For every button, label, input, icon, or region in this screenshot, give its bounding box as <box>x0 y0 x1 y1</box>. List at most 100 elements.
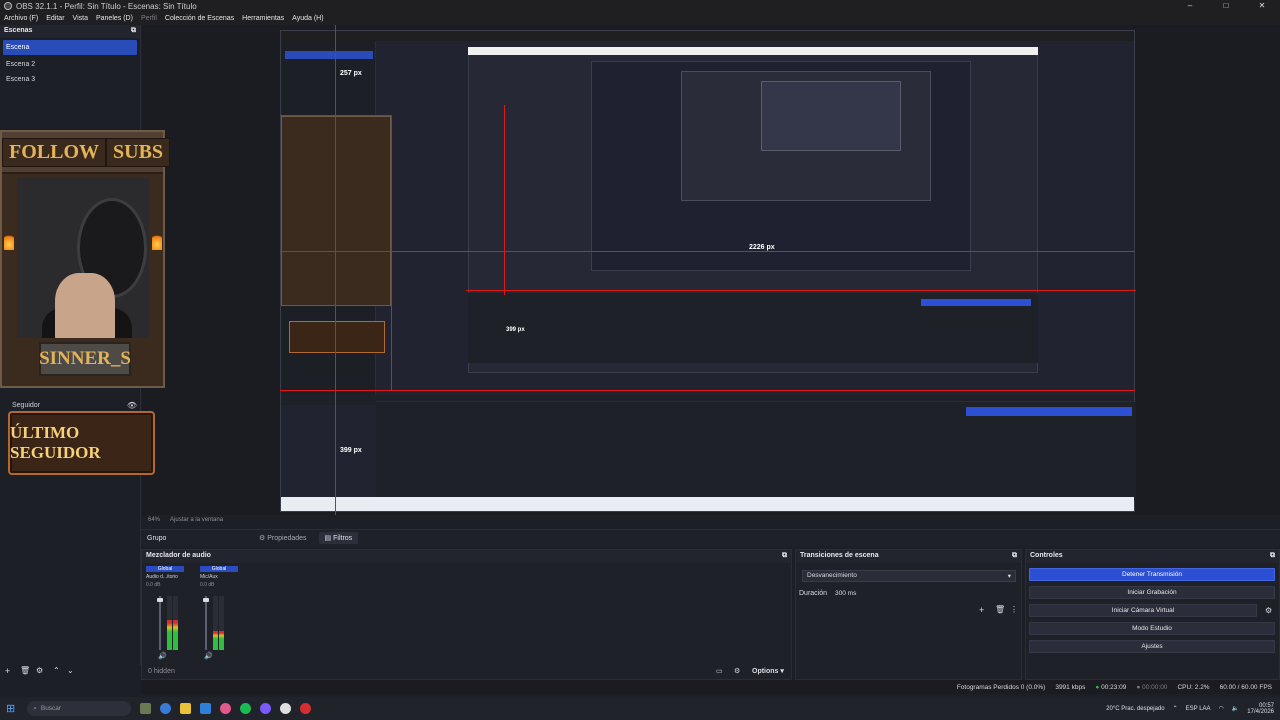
dropped-frames: Fotogramas Perdidos 0 (0.0%) <box>956 683 1046 691</box>
dock-float-icon[interactable]: ⧉ <box>782 552 787 561</box>
transition-select[interactable]: Desvanecimiento ▾ <box>802 570 1016 582</box>
level-fill <box>167 620 172 650</box>
visibility-eye-icon[interactable]: 👁 <box>127 401 137 410</box>
latest-follower-badge[interactable]: ÚLTIMO SEGUIDOR <box>8 411 155 475</box>
channel-db: 0.0 dB <box>146 582 161 588</box>
menu-profile[interactable]: Perfil <box>141 15 157 22</box>
keyboard-language[interactable]: ESP LAA <box>1186 706 1211 712</box>
remove-transition-icon[interactable]: 🗑 <box>995 605 1005 614</box>
window-controls: – □ ✕ <box>1172 0 1280 12</box>
menu-edit[interactable]: Editar <box>46 15 64 22</box>
preview-canvas[interactable]: 257 px 399 px 2226 px 399 px <box>142 25 1280 515</box>
settings-button[interactable]: Ajustes <box>1029 640 1275 653</box>
speaker-icon[interactable]: 🔊 <box>158 652 167 660</box>
scene-item-escena-3[interactable]: Escena 3 <box>0 72 140 87</box>
status-bar: Fotogramas Perdidos 0 (0.0%) 3991 kbps ●… <box>141 680 1280 694</box>
remove-scene-icon[interactable]: 🗑 <box>20 666 30 675</box>
start-virtual-camera-button[interactable]: Iniciar Cámara Virtual <box>1029 604 1257 617</box>
window-title: OBS 32.1.1 - Perfil: Sin Título - Escena… <box>16 1 197 11</box>
mixer-settings-icon[interactable]: ⚙ <box>734 667 740 675</box>
volume-slider-desktop[interactable] <box>157 596 163 650</box>
virtual-camera-settings-icon[interactable]: ⚙ <box>1265 606 1272 615</box>
discord-icon[interactable] <box>260 703 272 714</box>
guide-label-bottom: 399 px <box>340 447 362 454</box>
studio-mode-button[interactable]: Modo Estudio <box>1029 622 1275 635</box>
clock[interactable]: 00:57 17/4/2026 <box>1247 703 1274 715</box>
level-fill <box>173 620 178 650</box>
store-icon[interactable] <box>200 703 212 714</box>
mixer-layout-icon[interactable]: ▭ <box>716 667 723 675</box>
overlay-name-plate: SINNER_S <box>39 342 131 376</box>
source-context-bar: Seguidor 👁 <box>12 400 137 410</box>
minimize-button[interactable]: – <box>1172 0 1208 12</box>
menu-scene-collection[interactable]: Colección de Escenas <box>165 15 234 22</box>
overlay-subs-text: SUBS <box>106 137 171 167</box>
spotify-icon[interactable] <box>240 703 252 714</box>
menu-docks[interactable]: Paneles (D) <box>96 15 133 22</box>
dock-float-icon[interactable]: ⧉ <box>1270 552 1275 561</box>
level-fill <box>213 631 218 650</box>
scene-item-escena-2[interactable]: Escena 2 <box>0 57 140 72</box>
transition-menu-icon[interactable]: ⋮ <box>1010 605 1018 614</box>
guide-label-width: 2226 px <box>749 244 775 251</box>
volume-icon[interactable]: 🔈 <box>1232 705 1239 712</box>
close-button[interactable]: ✕ <box>1244 0 1280 12</box>
windows-taskbar: ⊞ ⌕ Buscar 20°C Prac. despejado ⌃ ESP LA… <box>0 697 1280 720</box>
level-meter-mic-r <box>219 596 224 650</box>
level-meter-mic <box>213 596 218 650</box>
channel-name: Mic/Aux <box>200 574 218 580</box>
task-view-icon[interactable] <box>140 703 152 714</box>
weather-widget[interactable]: 20°C Prac. despejado <box>1106 706 1164 712</box>
slider-knob[interactable] <box>203 598 209 602</box>
maximize-button[interactable]: □ <box>1208 0 1244 12</box>
guide-label-top: 257 px <box>340 70 362 77</box>
windows-start-icon[interactable]: ⊞ <box>6 702 15 715</box>
add-transition-icon[interactable]: + <box>979 605 984 615</box>
tab-properties[interactable]: ⚙ Propiedades <box>253 532 313 544</box>
wifi-icon[interactable]: ◠ <box>1219 705 1224 712</box>
dock-float-icon[interactable]: ⧉ <box>131 27 136 36</box>
tray-chevron-icon[interactable]: ⌃ <box>1173 705 1178 712</box>
slider-knob[interactable] <box>157 598 163 602</box>
stream-time: ● 00:23:09 <box>1095 683 1127 691</box>
file-explorer-icon[interactable] <box>180 703 192 714</box>
menu-view[interactable]: Vista <box>73 15 88 22</box>
move-up-icon[interactable]: ⌃ <box>53 666 60 675</box>
audio-mixer-dock: Mezclador de audio ⧉ Global Audio d...ito… <box>141 549 792 680</box>
duration-input[interactable]: 300 ms <box>830 588 1018 600</box>
controls-title: Controles ⧉ <box>1026 550 1279 563</box>
stop-streaming-button[interactable]: Detener Transmisión <box>1029 568 1275 581</box>
scene-filters-icon[interactable]: ⚙ <box>36 666 43 675</box>
bitrate: 3991 kbps <box>1055 683 1086 691</box>
start-recording-button[interactable]: Iniciar Grabación <box>1029 586 1275 599</box>
move-down-icon[interactable]: ⌄ <box>67 666 74 675</box>
scene-item-escena[interactable]: Escena <box>3 40 137 55</box>
fit-to-window[interactable]: Ajustar a la ventana <box>170 517 223 523</box>
level-fill <box>219 631 224 650</box>
source-name: Seguidor <box>12 401 41 409</box>
obs-taskbar-icon[interactable] <box>280 703 292 714</box>
menu-file[interactable]: Archivo (F) <box>4 15 38 22</box>
edge-browser-icon[interactable] <box>160 703 172 714</box>
recursive-screen-capture <box>280 30 1136 512</box>
scene-transitions-dock: Transiciones de escena ⧉ Desvanecimiento … <box>795 549 1022 680</box>
dock-float-icon[interactable]: ⧉ <box>1012 552 1017 561</box>
zoom-level[interactable]: 64% <box>148 517 160 523</box>
menu-help[interactable]: Ayuda (H) <box>292 15 323 22</box>
overlay-frame[interactable]: FOLLOW SUBS SINNER_S <box>0 130 171 388</box>
torch-left-icon <box>4 232 14 250</box>
speaker-icon[interactable]: 🔊 <box>204 652 213 660</box>
menu-bar: Archivo (F) Editar Vista Paneles (D) Per… <box>0 12 1280 24</box>
volume-slider-mic[interactable] <box>203 596 209 650</box>
search-icon: ⌕ <box>33 704 37 712</box>
mixer-options-button[interactable]: Options ▾ <box>752 667 784 675</box>
taskbar-search[interactable]: ⌕ Buscar <box>27 701 132 716</box>
fps-readout: 60.00 / 60.00 FPS <box>1219 683 1272 691</box>
source-toolbar: Grupo ⚙ Propiedades ▤ Filtros <box>141 529 1280 546</box>
preview-zoom-bar: 64% Ajustar a la ventana <box>142 515 1280 525</box>
tab-filters[interactable]: ▤ Filtros <box>318 532 359 544</box>
menu-tools[interactable]: Herramientas <box>242 15 284 22</box>
add-scene-icon[interactable]: + <box>5 666 10 676</box>
app-icon-red[interactable] <box>300 703 312 714</box>
app-icon-pink[interactable] <box>220 703 232 714</box>
